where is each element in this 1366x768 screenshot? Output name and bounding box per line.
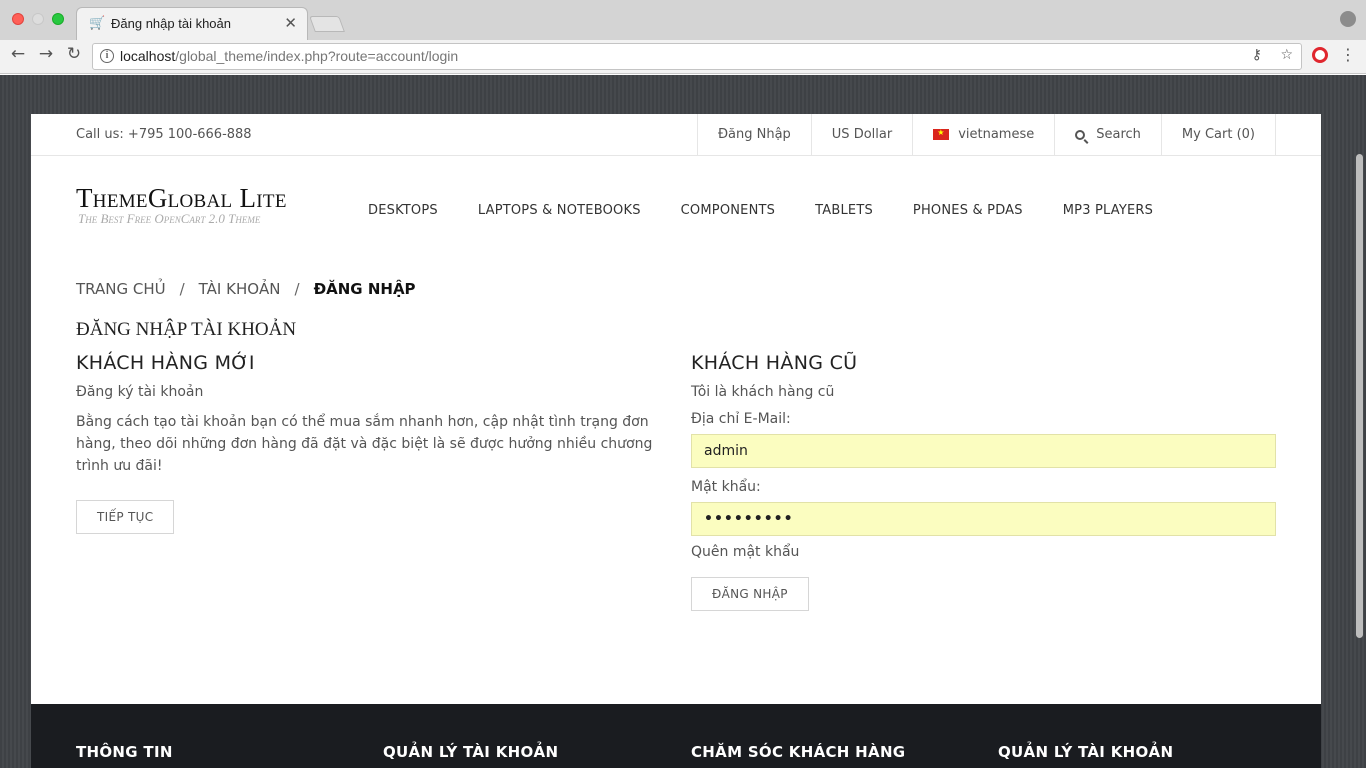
cart-link[interactable]: My Cart (0) — [1162, 114, 1276, 155]
nav-mp3-players[interactable]: MP3 PLAYERS — [1063, 203, 1153, 218]
new-tab-button[interactable] — [309, 16, 345, 32]
browser-tab[interactable]: 🛒 Đăng nhập tài khoản ✕ — [76, 7, 308, 40]
forward-icon[interactable]: → — [34, 44, 58, 64]
login-link[interactable]: Đăng Nhập — [698, 114, 812, 155]
browser-toolbar: ← → ↻ i localhost/global_theme/index.php… — [0, 40, 1366, 74]
nav-components[interactable]: COMPONENTS — [681, 203, 775, 218]
window-minimize-button[interactable] — [32, 13, 44, 25]
nav-tablets[interactable]: TABLETS — [815, 203, 873, 218]
footer-heading-account-2: QUẢN LÝ TÀI KHOẢN — [998, 743, 1174, 761]
url-text[interactable]: localhost/global_theme/index.php?route=a… — [120, 48, 458, 64]
opera-extension-icon[interactable] — [1312, 47, 1328, 63]
new-customer-heading: KHÁCH HÀNG MỚI — [76, 352, 255, 374]
browser-titlebar: 🛒 Đăng nhập tài khoản ✕ — [0, 0, 1366, 40]
site-logo[interactable]: ThemeGlobal Lite The Best Free OpenCart … — [76, 184, 287, 226]
star-icon[interactable]: ☆ — [1280, 47, 1293, 63]
password-label: Mật khẩu: — [691, 479, 761, 495]
new-customer-section: KHÁCH HÀNG MỚI Đăng ký tài khoản Bằng cá… — [76, 352, 661, 534]
new-customer-text: Bằng cách tạo tài khoản bạn có thể mua s… — [76, 414, 653, 474]
window-maximize-button[interactable] — [52, 13, 64, 25]
address-bar[interactable]: i localhost/global_theme/index.php?route… — [92, 43, 1302, 70]
nav-laptops-notebooks[interactable]: LAPTOPS & NOTEBOOKS — [478, 203, 641, 218]
search-icon — [1075, 129, 1086, 140]
close-tab-icon[interactable]: ✕ — [284, 14, 297, 32]
nav-phones-pdas[interactable]: PHONES & PDAS — [913, 203, 1023, 218]
currency-selector[interactable]: US Dollar — [812, 114, 914, 155]
nav-desktops[interactable]: DESKTOPS — [368, 203, 438, 218]
profile-icon[interactable] — [1340, 11, 1356, 27]
footer-heading-info: THÔNG TIN — [76, 743, 173, 761]
back-icon[interactable]: ← — [6, 44, 30, 64]
breadcrumb: TRANG CHỦ / TÀI KHOẢN / ĐĂNG NHẬP — [76, 280, 416, 298]
breadcrumb-current: ĐĂNG NHẬP — [313, 280, 416, 298]
email-label: Địa chỉ E-Mail: — [691, 411, 791, 427]
login-button[interactable]: ĐĂNG NHẬP — [691, 577, 809, 611]
footer-heading-support: CHĂM SÓC KHÁCH HÀNG — [691, 743, 906, 761]
window-close-button[interactable] — [12, 13, 24, 25]
continue-button[interactable]: TIẾP TỤC — [76, 500, 175, 534]
page-title: ĐĂNG NHẬP TÀI KHOẢN — [76, 319, 297, 340]
top-nav: Đăng Nhập US Dollar vietnamese Search My… — [696, 114, 1276, 155]
main-nav: DESKTOPS LAPTOPS & NOTEBOOKS COMPONENTS … — [368, 203, 1193, 218]
breadcrumb-separator: / — [179, 280, 185, 298]
tab-title: Đăng nhập tài khoản — [111, 16, 231, 31]
breadcrumb-separator: / — [294, 280, 300, 298]
language-selector[interactable]: vietnamese — [913, 114, 1056, 155]
vietnam-flag-icon — [933, 128, 950, 140]
breadcrumb-account[interactable]: TÀI KHOẢN — [199, 280, 281, 298]
info-icon[interactable]: i — [100, 49, 114, 63]
page-scrollbar[interactable] — [1356, 154, 1363, 638]
logo-title: ThemeGlobal Lite — [76, 183, 287, 213]
call-us: Call us: +795 100-666-888 — [76, 127, 252, 142]
footer-heading-account: QUẢN LÝ TÀI KHOẢN — [383, 743, 559, 761]
breadcrumb-home[interactable]: TRANG CHỦ — [76, 280, 166, 298]
password-field[interactable]: ••••••••• — [691, 502, 1276, 536]
new-customer-subheading: Đăng ký tài khoản — [76, 384, 204, 400]
page-container: Call us: +795 100-666-888 Đăng Nhập US D… — [31, 114, 1321, 768]
menu-icon[interactable]: ⋮ — [1340, 45, 1356, 64]
page-viewport: Call us: +795 100-666-888 Đăng Nhập US D… — [0, 75, 1366, 768]
key-icon[interactable]: ⚷ — [1252, 47, 1262, 63]
top-bar: Call us: +795 100-666-888 Đăng Nhập US D… — [31, 114, 1321, 156]
returning-customer-section: KHÁCH HÀNG CŨ Tôi là khách hàng cũ Địa c… — [691, 352, 1276, 611]
footer: THÔNG TIN QUẢN LÝ TÀI KHOẢN CHĂM SÓC KHÁ… — [31, 704, 1321, 768]
logo-subtitle: The Best Free OpenCart 2.0 Theme — [78, 211, 261, 226]
search-link[interactable]: Search — [1055, 114, 1162, 155]
reload-icon[interactable]: ↻ — [62, 44, 86, 64]
email-field[interactable]: admin — [691, 434, 1276, 468]
cart-icon: 🛒 — [89, 16, 106, 31]
forgot-password-link[interactable]: Quên mật khẩu — [691, 544, 1276, 560]
returning-customer-subheading: Tôi là khách hàng cũ — [691, 384, 835, 400]
returning-customer-heading: KHÁCH HÀNG CŨ — [691, 352, 858, 374]
